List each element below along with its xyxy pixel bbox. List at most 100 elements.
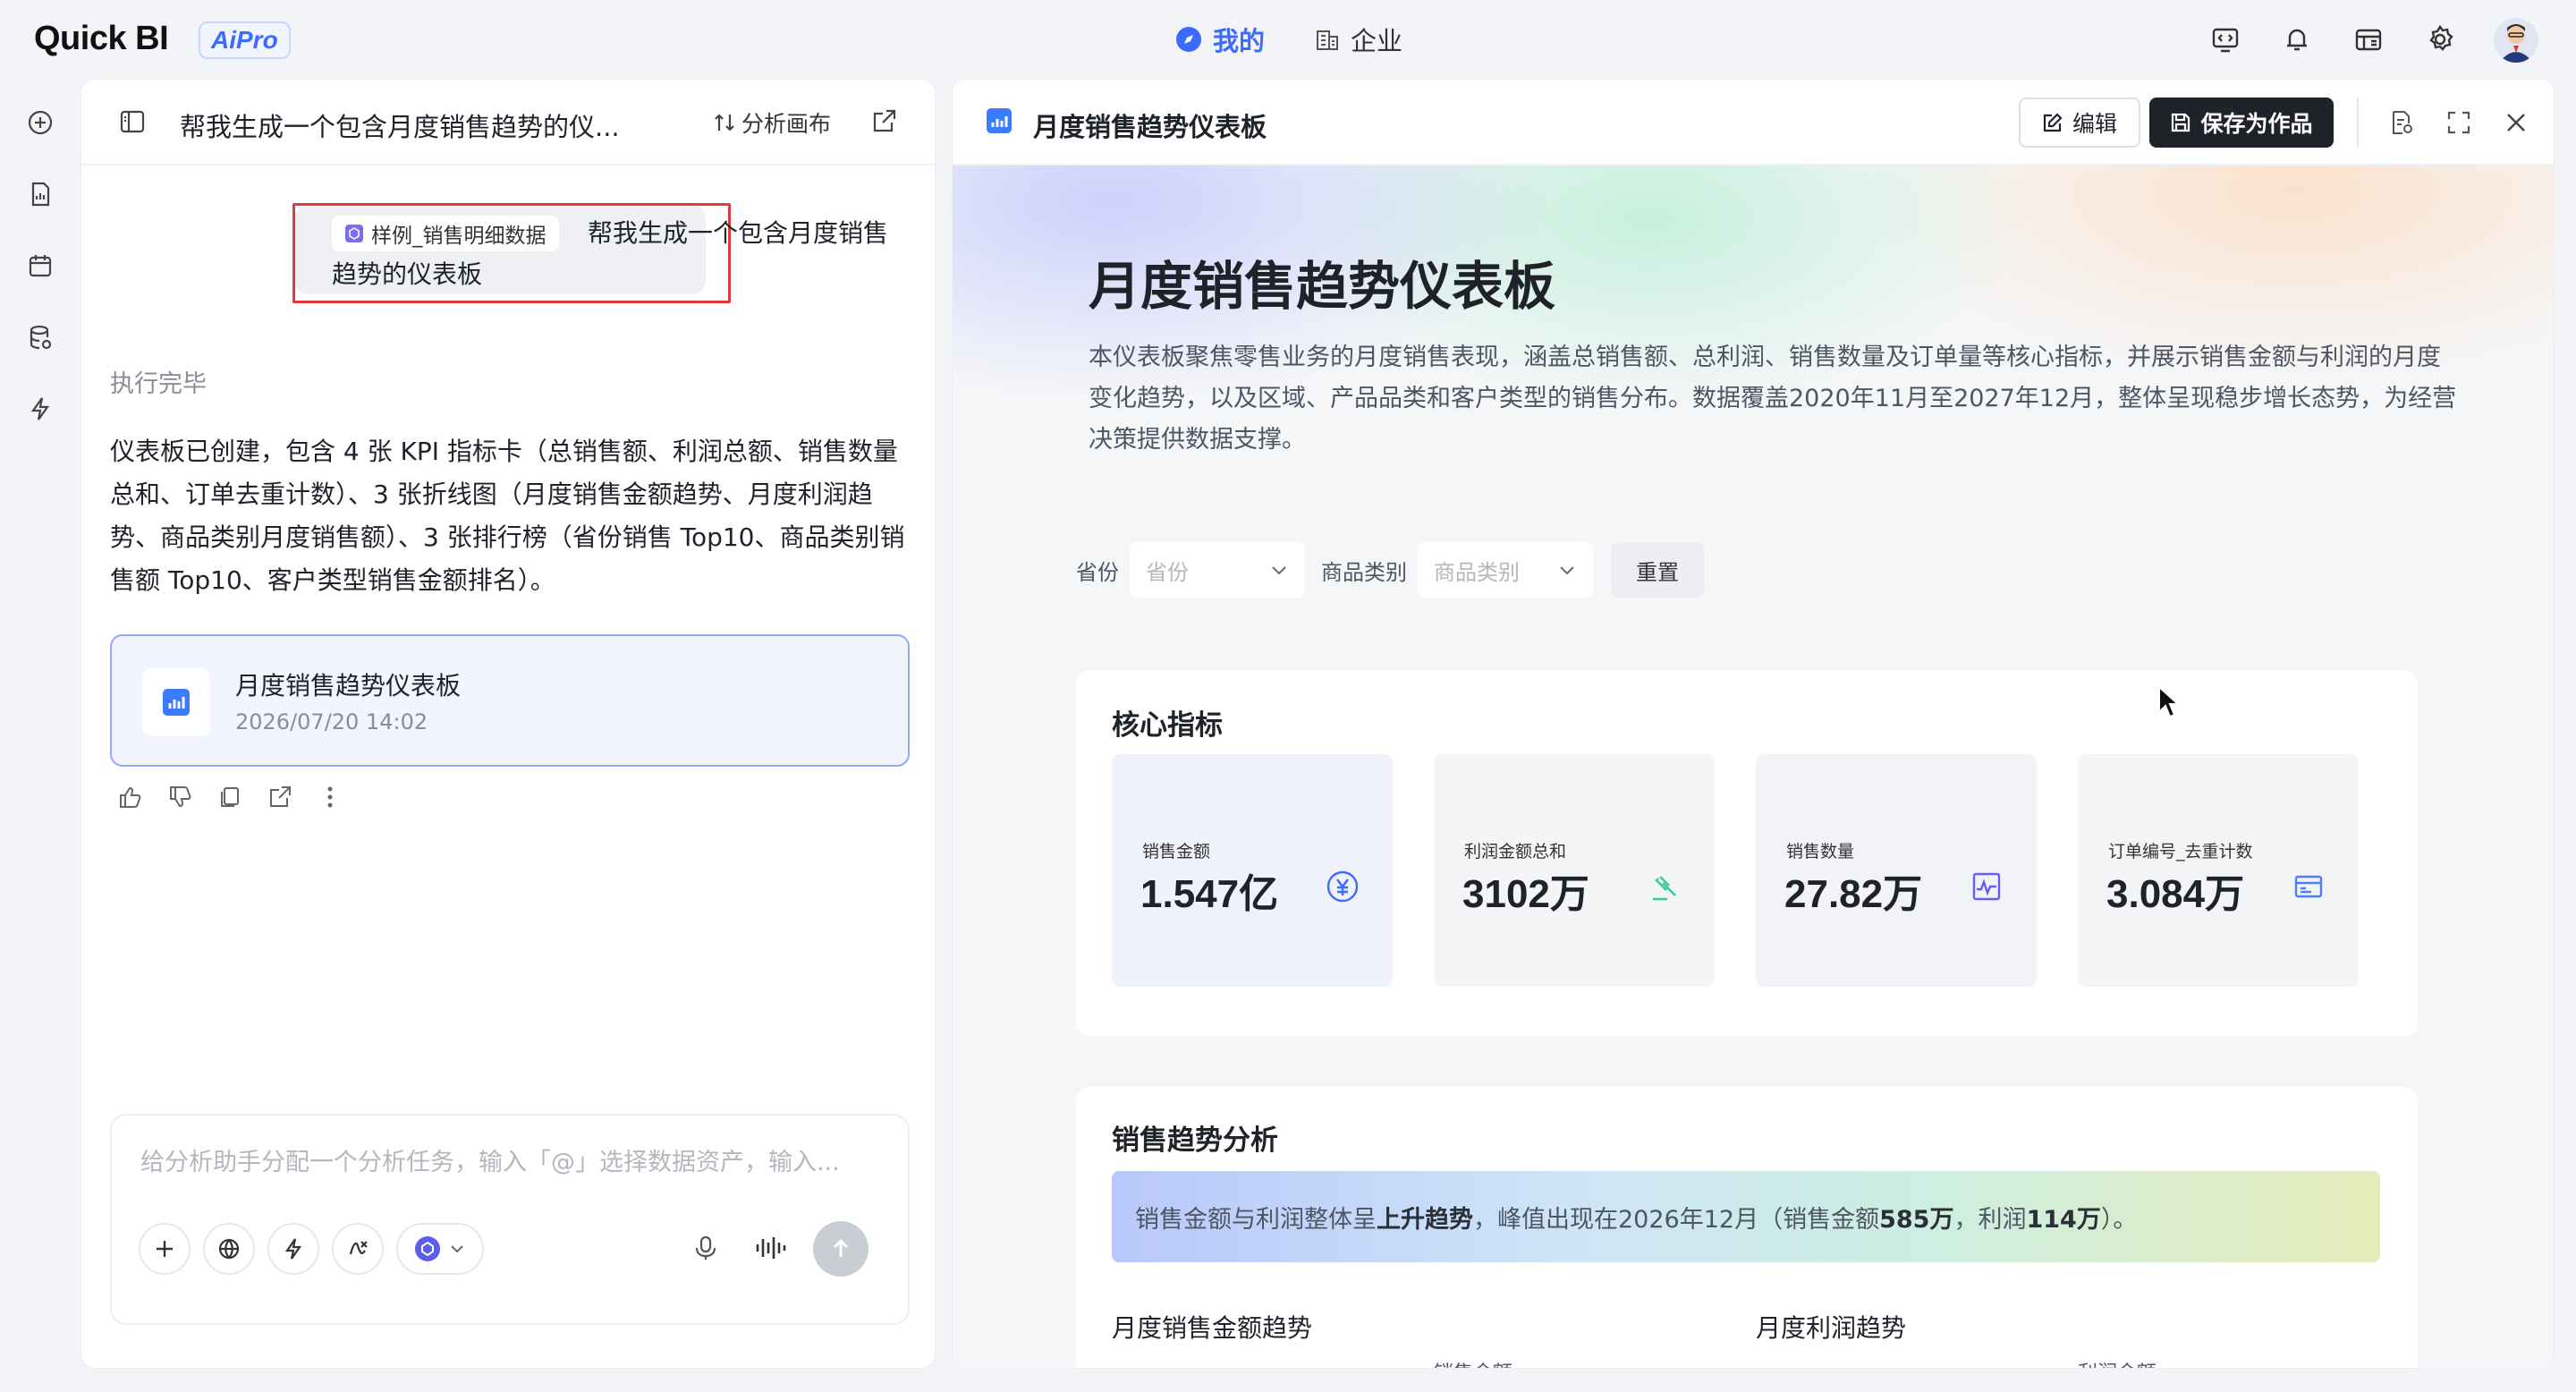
database-icon[interactable]: [21, 318, 59, 356]
insight-banner: 销售金额与利润整体呈 上升趋势 ，峰值出现在2026年12月（销售金额 585万 ，利润…: [1112, 1171, 2380, 1262]
close-icon[interactable]: [2498, 105, 2534, 140]
chat-panel: 帮我生成一个包含月度销售趋势的仪... 分析画布 样例_销售明细数据 帮我生成一…: [80, 79, 1035, 1369]
bell-icon[interactable]: [2277, 20, 2317, 59]
execution-status: 执行完毕: [110, 370, 207, 398]
compass-icon: [1175, 26, 1202, 53]
fullscreen-icon[interactable]: [2441, 105, 2477, 140]
model-logo-icon: [414, 1235, 441, 1262]
dashboard-title: 月度销售趋势仪表板: [1089, 256, 1556, 317]
lightning-icon[interactable]: [21, 390, 59, 428]
kpi-heading: 核心指标: [1112, 709, 1223, 742]
artifact-title: 月度销售趋势仪表板: [235, 671, 462, 700]
edit-button[interactable]: 编辑: [2019, 98, 2140, 148]
dataset-chip[interactable]: 样例_销售明细数据: [332, 216, 559, 251]
insight-bold-2: 585万: [1879, 1205, 1954, 1234]
edit-pencil-icon: [2042, 112, 2063, 133]
nav-mine[interactable]: 我的: [1175, 21, 1265, 57]
dashboard-artifact-card[interactable]: 月度销售趋势仪表板 2026/07/20 14:02: [110, 634, 910, 767]
chevron-down-icon: [1269, 560, 1289, 580]
aipro-badge: AiPro: [199, 21, 291, 59]
save-disk-icon: [2170, 112, 2191, 133]
category-filter-label: 商品类别: [1321, 559, 1407, 585]
kpi-label: 利润金额总和: [1464, 842, 1567, 862]
thumbs-down-icon[interactable]: [164, 781, 196, 813]
data-settings-icon[interactable]: [2384, 105, 2419, 140]
kpi-card-profit[interactable]: 利润金额总和 3102万: [1434, 754, 1715, 987]
edit-label: 编辑: [2072, 111, 2117, 137]
kpi-label: 订单编号_去重计数: [2108, 842, 2253, 862]
auction-hammer-icon: [1645, 867, 1684, 906]
quick-action-lightning-icon[interactable]: [267, 1223, 319, 1275]
calendar-icon[interactable]: [21, 247, 59, 284]
share-icon[interactable]: [264, 781, 296, 813]
dashboard-body: 月度销售趋势仪表板 本仪表板聚焦零售业务的月度销售表现，涵盖总销售额、总利润、销…: [953, 166, 2554, 1368]
sidebar-toggle-icon[interactable]: [117, 106, 148, 137]
user-message-text-line2: 趋势的仪表板: [332, 259, 483, 289]
province-filter-placeholder: 省份: [1146, 559, 1189, 585]
kpi-card-orders[interactable]: 订单编号_去重计数 3.084万: [2078, 754, 2359, 987]
dashboard-chart-icon: [142, 668, 210, 736]
chat-input-placeholder[interactable]: 给分析助手分配一个分析任务，输入「@」选择数据资产，输入...: [140, 1142, 840, 1177]
user-avatar[interactable]: [2494, 18, 2538, 63]
new-chat-icon[interactable]: [21, 104, 59, 141]
send-button[interactable]: [813, 1221, 869, 1277]
kpi-card-quantity[interactable]: 销售数量 27.82万: [1756, 754, 2037, 987]
chat-input-box[interactable]: 给分析助手分配一个分析任务，输入「@」选择数据资产，输入...: [110, 1114, 910, 1325]
kpi-value: 1.547亿: [1140, 872, 1279, 916]
sales-trend-section: 销售趋势分析 销售金额与利润整体呈 上升趋势 ，峰值出现在2026年12月（销售金额…: [1076, 1087, 2418, 1368]
monitor-code-icon[interactable]: [2206, 20, 2245, 59]
insight-text-4: ）。: [2100, 1205, 2138, 1234]
add-attachment-button[interactable]: [139, 1223, 191, 1275]
kpi-value: 3.084万: [2106, 872, 2245, 916]
open-external-icon[interactable]: [869, 106, 899, 137]
kpi-value: 27.82万: [1784, 872, 1923, 916]
nav-enterprise[interactable]: 企业: [1315, 21, 1402, 57]
chart1-legend[interactable]: 销售金额: [1407, 1357, 1513, 1368]
model-selector[interactable]: [396, 1223, 484, 1275]
mouse-cursor-icon: [2157, 685, 2181, 719]
analysis-canvas-label: 分析画布: [741, 111, 832, 137]
more-vertical-icon[interactable]: [314, 781, 346, 813]
app-grid-icon[interactable]: [2349, 20, 2388, 59]
settings-gear-icon[interactable]: [2420, 20, 2460, 59]
user-message-text-line1: 帮我生成一个包含月度销售: [588, 218, 889, 248]
kpi-section: 核心指标 销售金额 1.547亿 利润金额总和 3102万 销售数量 27.82…: [1076, 670, 2418, 1037]
analysis-canvas-button[interactable]: 分析画布: [713, 106, 831, 139]
save-as-work-button[interactable]: 保存为作品: [2149, 98, 2334, 148]
nav-mine-label: 我的: [1213, 26, 1266, 56]
insight-text-3: ，利润: [1953, 1205, 2027, 1234]
kpi-card-sales[interactable]: 销售金额 1.547亿: [1112, 754, 1393, 987]
province-filter-label: 省份: [1076, 559, 1119, 585]
province-filter-select[interactable]: 省份: [1130, 542, 1305, 598]
category-filter-placeholder: 商品类别: [1434, 559, 1520, 585]
report-doc-icon[interactable]: [21, 175, 59, 213]
preview-header: 月度销售趋势仪表板 编辑 保存为作品: [953, 80, 2554, 166]
category-filter-select[interactable]: 商品类别: [1418, 542, 1593, 598]
insight-bold-1: 上升趋势: [1377, 1205, 1473, 1234]
microphone-icon[interactable]: [691, 1234, 720, 1262]
chevron-down-icon: [1557, 560, 1577, 580]
web-search-globe-icon[interactable]: [203, 1223, 255, 1275]
dashboard-description: 本仪表板聚焦零售业务的月度销售表现，涵盖总销售额、总利润、销售数量及订单量等核心…: [1089, 344, 2457, 454]
formula-tool-icon[interactable]: [332, 1223, 384, 1275]
preview-title: 月度销售趋势仪表板: [1033, 112, 1267, 142]
copy-icon[interactable]: [214, 781, 246, 813]
chart1-title: 月度销售金额趋势: [1112, 1313, 1313, 1343]
kpi-label: 销售金额: [1142, 842, 1211, 862]
chat-header: 帮我生成一个包含月度销售趋势的仪... 分析画布: [81, 80, 936, 166]
building-icon: [1315, 27, 1340, 52]
voice-wave-icon[interactable]: [754, 1234, 786, 1262]
save-label: 保存为作品: [2200, 111, 2313, 137]
chart2-title: 月度利润趋势: [1756, 1313, 1907, 1343]
chart2-legend[interactable]: 利润金额: [2051, 1357, 2157, 1368]
pulse-chart-icon: [1967, 867, 2006, 906]
app-logo[interactable]: Quick BI: [34, 20, 169, 58]
reset-button[interactable]: 重置: [1611, 542, 1704, 598]
dataset-chip-label: 样例_销售明细数据: [371, 225, 547, 248]
insight-text-2: ，峰值出现在2026年12月（销售金额: [1473, 1205, 1880, 1234]
yuan-icon: [1323, 867, 1362, 906]
kpi-value: 3102万: [1462, 872, 1589, 916]
thumbs-up-icon[interactable]: [114, 781, 146, 813]
trend-heading: 销售趋势分析: [1112, 1125, 1278, 1157]
dataset-cube-icon: [344, 224, 364, 243]
